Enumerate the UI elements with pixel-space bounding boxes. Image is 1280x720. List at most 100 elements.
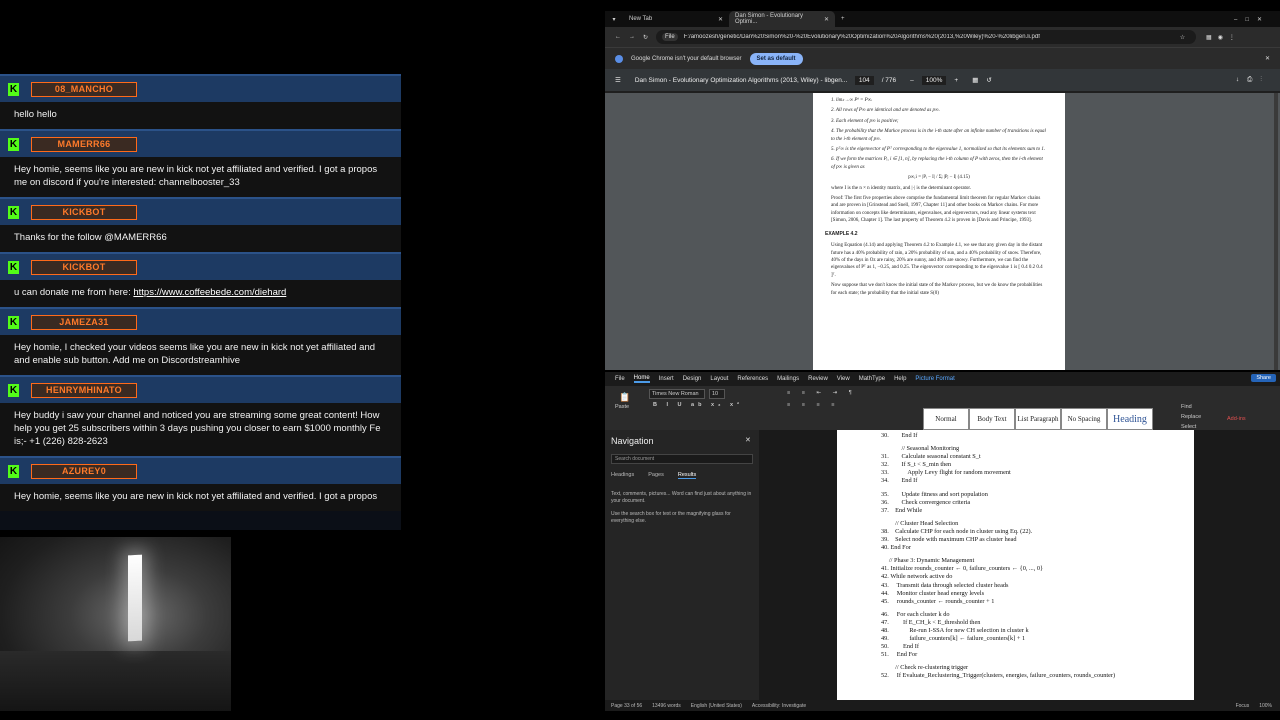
chat-username[interactable]: KICKBOT <box>31 259 137 275</box>
set-default-button[interactable]: Set as default <box>749 52 803 65</box>
doc-line: 31. Calculate seasonal constant S_t <box>881 453 981 461</box>
nav-tab-headings[interactable]: Headings <box>611 472 634 479</box>
document-page[interactable]: 30. End If // Seasonal Monitoring 31. Cal… <box>837 430 1194 700</box>
chat-message-header: K KICKBOT <box>0 197 401 225</box>
font-size-select[interactable]: 10 <box>709 389 725 399</box>
webcam-feed <box>0 537 231 711</box>
pdf-viewer[interactable]: 1. limₖ→∞ Pᵏ = P∞. 2. All rows of P∞ are… <box>605 93 1280 370</box>
chat-message: K KICKBOT Thanks for the follow @MAMERR66 <box>0 197 401 252</box>
font-format-icons[interactable]: B I U ab x₂ x² <box>653 402 743 408</box>
doc-line: // Seasonal Monitoring <box>881 445 960 453</box>
ribbon-tab-references[interactable]: References <box>737 376 768 382</box>
ribbon-tab-review[interactable]: Review <box>808 376 828 382</box>
page-count[interactable]: Page 33 of 56 <box>611 703 642 709</box>
tab-pdf[interactable]: Dan Simon - Evolutionary Optimi... ✕ <box>729 11 835 27</box>
tab-strip: ▾ New Tab ✕ Dan Simon - Evolutionary Opt… <box>605 11 1280 27</box>
add-ins-button[interactable]: Add-ins <box>1227 416 1246 422</box>
page-number-input[interactable]: 104 <box>854 75 874 85</box>
new-tab-plus-icon[interactable]: + <box>841 16 845 22</box>
ribbon-tab-help[interactable]: Help <box>894 376 906 382</box>
style-heading[interactable]: Heading <box>1107 408 1153 430</box>
download-print-icons[interactable]: ↓⎙⋮ <box>1236 76 1270 84</box>
omnibox[interactable]: File F:/amoozesh/genetic/Dan%20Simon%20-… <box>656 30 1197 44</box>
pdf-item: 5. pᵀ∞ is the eigenvector of Pᵀ correspo… <box>831 147 1046 153</box>
chat-line: Hey buddy i saw your channel and noticed… <box>14 410 380 421</box>
ribbon-tab-home[interactable]: Home <box>633 375 650 383</box>
style-no-spacing[interactable]: No Spacing <box>1061 408 1107 430</box>
address-bar-row: ← → ↻ File F:/amoozesh/genetic/Dan%20Sim… <box>605 27 1280 47</box>
nav-tab-results[interactable]: Results <box>677 472 697 479</box>
chrome-logo-icon <box>615 54 623 63</box>
bookmark-star-icon[interactable]: ☆ <box>1180 34 1185 41</box>
rotate-icon[interactable]: ↺ <box>986 76 991 84</box>
paragraph-icons[interactable]: ≡ ≡ ⇤ ⇥ ¶ <box>787 390 857 396</box>
style-body-text[interactable]: Body Text <box>969 408 1015 430</box>
ribbon-tab-picture-format[interactable]: Picture Format <box>915 376 954 382</box>
zoom-level[interactable]: 100% <box>921 75 947 85</box>
page-total: / 776 <box>881 76 897 84</box>
toolbar-extension-icons[interactable]: ▦◉⋮ <box>1206 34 1241 41</box>
doc-line: // Phase 3: Dynamic Management <box>881 557 975 565</box>
replace-button[interactable]: Replace <box>1181 414 1201 420</box>
chat-username[interactable]: 08_MANCHO <box>31 81 137 97</box>
paste-icon[interactable]: 📋 <box>619 392 630 403</box>
ribbon-tab-mailings[interactable]: Mailings <box>777 376 799 382</box>
ribbon-tab-layout[interactable]: Layout <box>710 376 728 382</box>
accessibility-status[interactable]: Accessibility: Investigate <box>752 703 806 709</box>
ribbon-tab-file[interactable]: File <box>615 376 625 382</box>
pdf-title: Dan Simon - Evolutionary Optimization Al… <box>634 76 847 84</box>
window-controls-icon[interactable]: –□✕ <box>1234 16 1270 23</box>
zoom-in-icon[interactable]: + <box>954 77 958 84</box>
kick-logo-icon: K <box>8 137 19 151</box>
navigation-pane: Navigation ✕ Search document Headings Pa… <box>605 430 759 700</box>
tab-label: New Tab <box>629 16 653 22</box>
find-button[interactable]: Find <box>1181 404 1192 410</box>
forward-icon[interactable]: → <box>629 34 635 40</box>
font-name-select[interactable]: Times New Roman <box>649 389 705 399</box>
chat-message-body: Thanks for the follow @MAMERR66 <box>0 225 401 252</box>
zoom-out-icon[interactable]: – <box>910 77 914 84</box>
fit-page-icon[interactable]: ▦ <box>972 76 978 84</box>
tab-search-icon[interactable]: ▾ <box>605 16 623 23</box>
doc-line: 48. Re-run I-SSA for new CH selection in… <box>881 626 1029 634</box>
chat-username[interactable]: MAMERR66 <box>31 136 137 152</box>
close-icon[interactable]: ✕ <box>718 16 723 23</box>
back-icon[interactable]: ← <box>615 34 621 40</box>
reload-icon[interactable]: ↻ <box>643 34 648 41</box>
close-icon[interactable]: ✕ <box>1265 55 1270 62</box>
chat-username[interactable]: HENRYMHINATO <box>31 382 137 398</box>
style-list-paragraph[interactable]: List Paragraph <box>1015 408 1061 430</box>
menu-icon[interactable]: ☰ <box>615 76 621 84</box>
ribbon-tab-view[interactable]: View <box>837 376 850 382</box>
doc-line: 35. Update fitness and sort population <box>881 490 988 498</box>
style-normal[interactable]: Normal <box>923 408 969 430</box>
chat-message-body: Hey homie, seems like you are new in kic… <box>0 484 401 511</box>
chat-line: and enable sub button. Add me on Discord… <box>14 355 241 366</box>
chat-username[interactable]: JAMEZA31 <box>31 314 137 330</box>
document-canvas[interactable]: 30. End If // Seasonal Monitoring 31. Cal… <box>759 430 1280 700</box>
nav-search-input[interactable]: Search document <box>611 454 753 464</box>
ribbon-tab-insert[interactable]: Insert <box>659 376 674 382</box>
close-icon[interactable]: ✕ <box>745 436 751 444</box>
zoom-level[interactable]: 100% <box>1259 703 1272 709</box>
language[interactable]: English (United States) <box>691 703 742 709</box>
word-count[interactable]: 13496 words <box>652 703 681 709</box>
tab-new-tab[interactable]: New Tab ✕ <box>623 11 729 27</box>
doc-line: 42. While network active do <box>881 573 953 581</box>
align-icons[interactable]: ≡ ≡ ≡ ≡ <box>787 402 839 408</box>
ribbon-tab-design[interactable]: Design <box>683 376 702 382</box>
chat-username[interactable]: AZUREY0 <box>31 463 137 479</box>
chat-message: K 08_MANCHO hello hello <box>0 74 401 129</box>
focus-button[interactable]: Focus <box>1236 703 1250 709</box>
doc-line: 49. failure_counters[k] ← failure_counte… <box>881 635 1026 643</box>
chat-message: K KICKBOT u can donate me from here: https… <box>0 252 401 307</box>
close-icon[interactable]: ✕ <box>824 16 829 23</box>
ribbon-tab-mathtype[interactable]: MathType <box>859 376 885 382</box>
donation-link[interactable]: https://www.coffeebede.com/diehard <box>133 287 286 298</box>
chat-username[interactable]: KICKBOT <box>31 204 137 220</box>
share-button[interactable]: Share <box>1251 374 1276 382</box>
pdf-scrollbar[interactable] <box>1274 93 1278 370</box>
doc-line: 52. If Evaluate_Reclustering_Trigger(clu… <box>881 672 1116 680</box>
word-window: File Home Insert Design Layout References Mail… <box>605 372 1280 711</box>
nav-tab-pages[interactable]: Pages <box>648 472 664 479</box>
